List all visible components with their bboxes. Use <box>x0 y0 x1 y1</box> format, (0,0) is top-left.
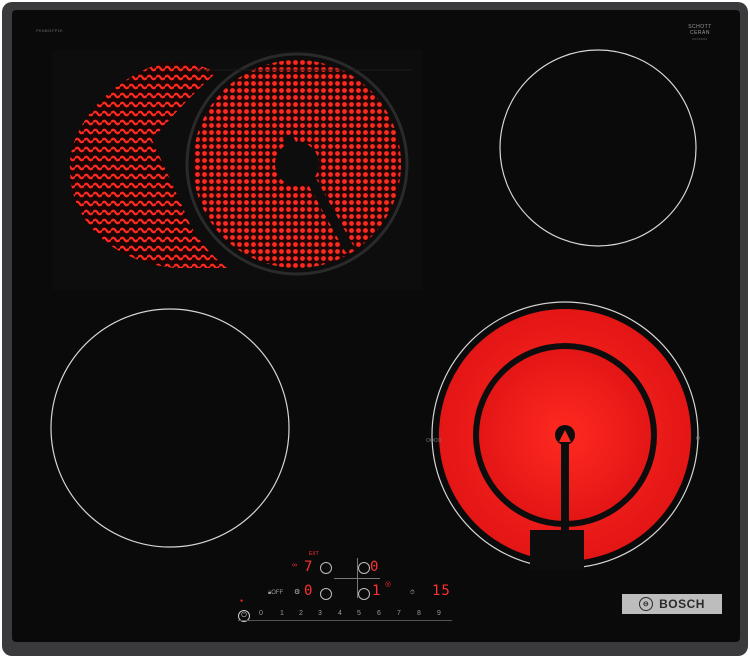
zone-rear-right <box>499 49 697 247</box>
zone-front-right: OOOO O <box>426 301 700 570</box>
cooking-zones: OOOO O <box>50 49 700 570</box>
timer-icon[interactable]: ⏱ <box>410 590 415 597</box>
display-front-left: 0 <box>304 583 314 599</box>
boost-icon[interactable]: ◎ <box>385 580 391 588</box>
ext-indicator: EXT <box>309 551 319 557</box>
ceramic-glass-top: PKN651FP1E SCHOTT CERAN 0000000 OOOO O ∞… <box>12 10 740 642</box>
bosch-armature-icon: ⊖ <box>639 597 654 611</box>
display-rear-left: 7 <box>304 559 314 575</box>
power-indicator-dot: ● <box>240 598 244 604</box>
zone-select-button-rear-right[interactable] <box>358 562 370 574</box>
slider-3[interactable]: 3 <box>318 610 322 617</box>
zone-front-left <box>50 308 290 548</box>
svg-text:O: O <box>696 436 700 442</box>
slider-9[interactable]: 9 <box>437 610 441 617</box>
zone-rear-left <box>52 50 422 290</box>
lock-text: OFF <box>271 590 284 596</box>
bosch-wordmark: BOSCH <box>659 597 705 611</box>
svg-text:OOOO: OOOO <box>426 438 442 444</box>
gear-icon[interactable]: ⚙ <box>294 588 300 596</box>
zone-select-button-rear-left[interactable] <box>320 562 332 574</box>
bosch-logo: ⊖ BOSCH <box>622 594 722 614</box>
power-slider-track[interactable] <box>238 620 452 621</box>
child-lock-label[interactable]: 🔒︎OFF <box>268 590 283 597</box>
display-front-right: 1 <box>372 583 382 599</box>
zone-select-button-front-right[interactable] <box>358 588 370 600</box>
slider-2[interactable]: 2 <box>299 610 303 617</box>
slider-6[interactable]: 6 <box>377 610 381 617</box>
timer-display: 15 <box>432 583 451 599</box>
zone-select-button-front-left[interactable] <box>320 588 332 600</box>
slider-7[interactable]: 7 <box>397 610 401 617</box>
slider-4[interactable]: 4 <box>338 610 342 617</box>
slider-0[interactable]: 0 <box>259 610 263 617</box>
slider-8[interactable]: 8 <box>417 610 421 617</box>
slider-1[interactable]: 1 <box>280 610 284 617</box>
slider-5[interactable]: 5 <box>357 610 361 617</box>
display-rear-right: 0 <box>370 559 380 575</box>
zone-select-icon-rear-left[interactable]: ∞ <box>292 562 297 569</box>
hob-frame: PKN651FP1E SCHOTT CERAN 0000000 OOOO O ∞… <box>2 2 748 656</box>
